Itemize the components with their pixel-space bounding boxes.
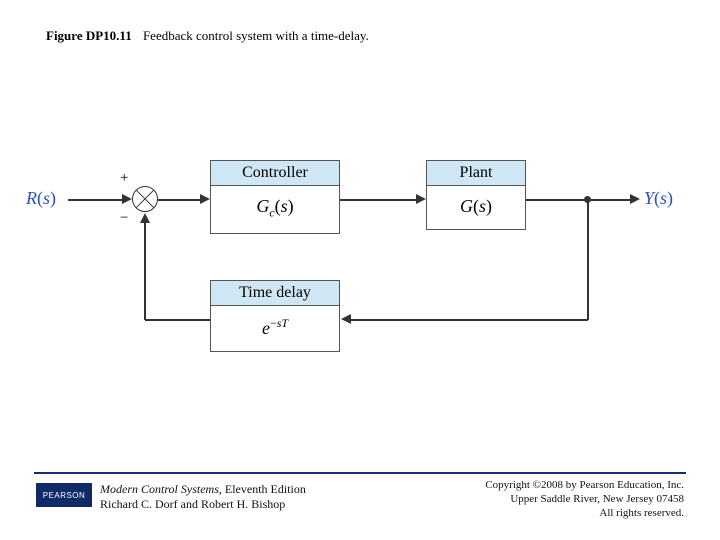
sign-plus: + (120, 170, 128, 187)
output-label: Y(s) (644, 188, 673, 209)
footer-copyright: Copyright ©2008 by Pearson Education, In… (485, 479, 684, 520)
delay-tf: e−sT (210, 306, 340, 352)
wire (587, 200, 589, 320)
plant-block: Plant G(s) (426, 160, 526, 230)
sign-minus: − (120, 210, 128, 227)
controller-block: Controller Gc(s) (210, 160, 340, 234)
book-edition: , Eleventh Edition (219, 482, 306, 496)
wire (145, 319, 210, 321)
arrowhead-icon (140, 213, 150, 223)
figure-caption: Figure DP10.11 Feedback control system w… (46, 28, 369, 44)
delay-title: Time delay (210, 280, 340, 306)
book-authors: Richard C. Dorf and Robert H. Bishop (100, 497, 285, 511)
arrowhead-icon (630, 194, 640, 204)
wire (158, 199, 202, 201)
time-delay-block: Time delay e−sT (210, 280, 340, 352)
block-diagram: R(s) + − Controller Gc(s) Plant G(s) Y(s… (60, 140, 660, 400)
wire (68, 199, 124, 201)
pearson-logo: PEARSON (36, 483, 92, 507)
wire (144, 222, 146, 320)
controller-tf: Gc(s) (210, 186, 340, 234)
arrowhead-icon (416, 194, 426, 204)
figure-caption-text: Feedback control system with a time-dela… (143, 28, 369, 43)
footer-rule (34, 472, 686, 474)
wire (526, 199, 632, 201)
wire (350, 319, 588, 321)
copyright-line3: All rights reserved. (599, 507, 684, 519)
controller-title: Controller (210, 160, 340, 186)
copyright-line1: Copyright ©2008 by Pearson Education, In… (485, 479, 684, 491)
summing-junction (132, 186, 158, 212)
plant-tf: G(s) (426, 186, 526, 230)
arrowhead-icon (200, 194, 210, 204)
book-title: Modern Control Systems (100, 482, 219, 496)
arrowhead-icon (122, 194, 132, 204)
copyright-line2: Upper Saddle River, New Jersey 07458 (510, 493, 684, 505)
input-label: R(s) (26, 188, 56, 209)
figure-number: Figure DP10.11 (46, 28, 132, 43)
plant-title: Plant (426, 160, 526, 186)
wire (340, 199, 418, 201)
footer-book-info: Modern Control Systems, Eleventh Edition… (100, 482, 306, 512)
arrowhead-icon (341, 314, 351, 324)
